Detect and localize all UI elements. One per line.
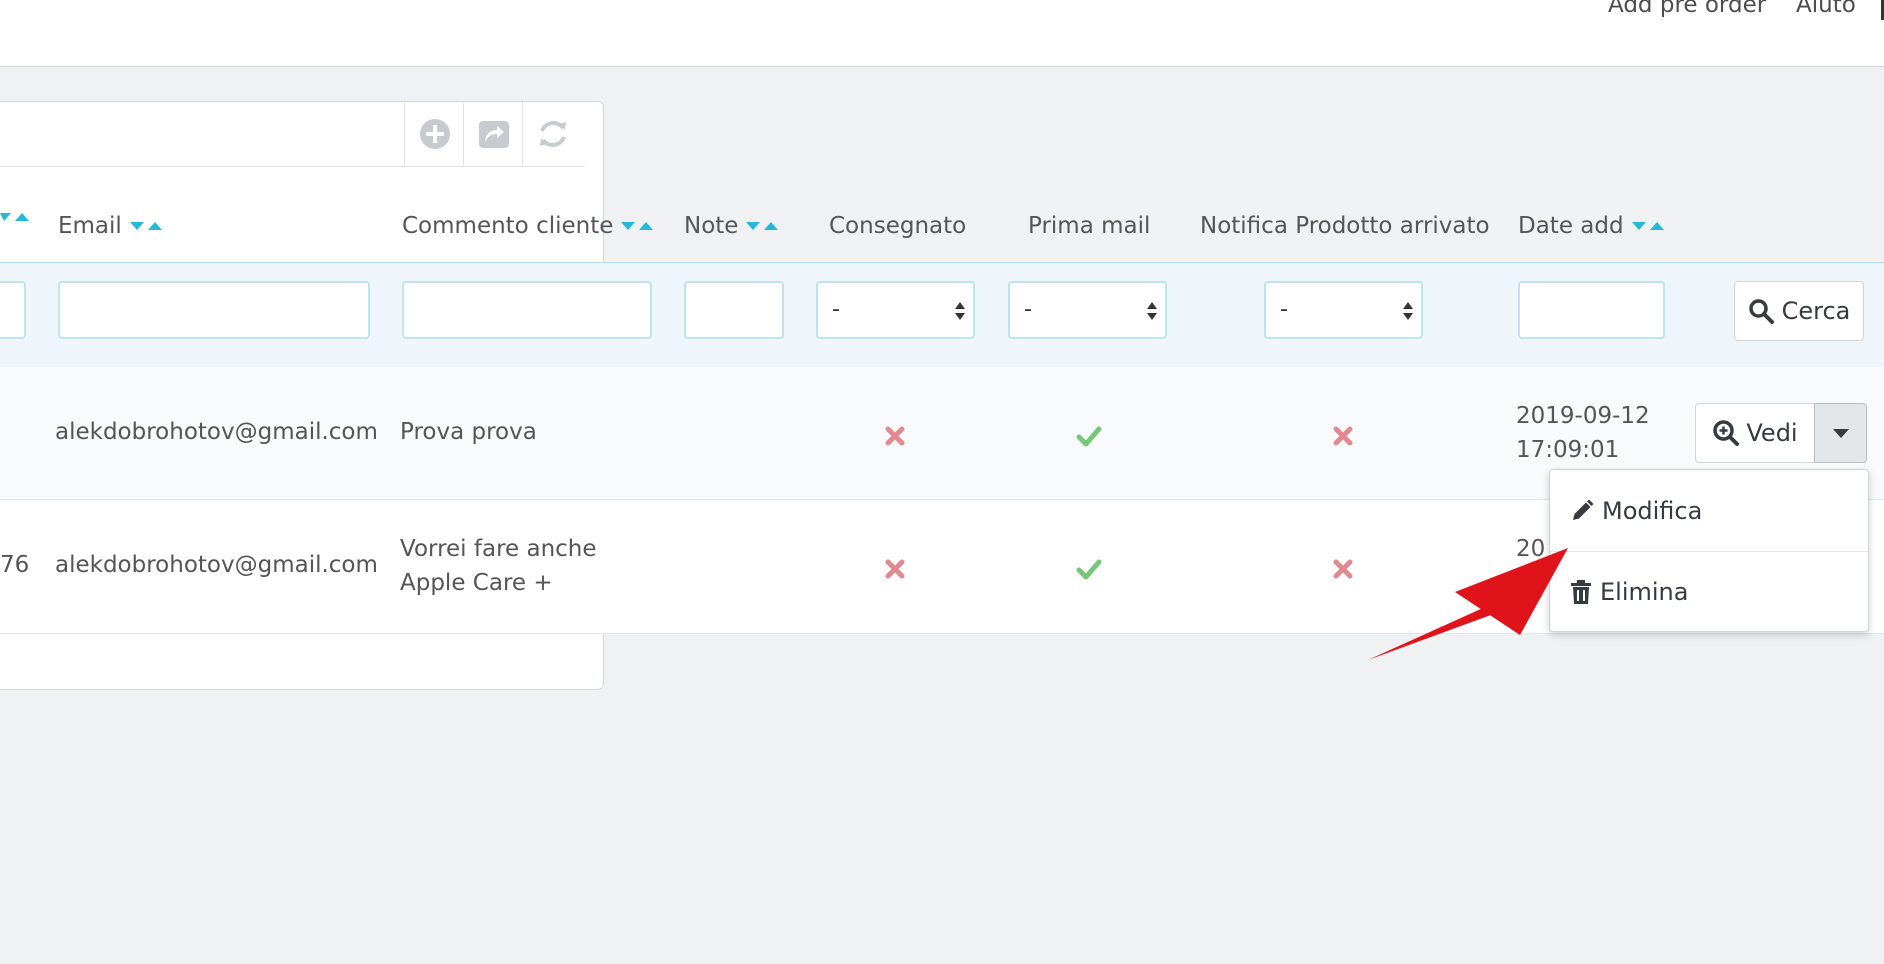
column-date-add[interactable]: Date add bbox=[1518, 213, 1664, 239]
column-prima-mail: Prima mail bbox=[1028, 213, 1151, 239]
filter-note-input[interactable] bbox=[684, 281, 784, 339]
row-actions-toggle[interactable] bbox=[1814, 403, 1867, 463]
export-icon bbox=[478, 121, 509, 148]
cross-icon bbox=[885, 559, 905, 579]
row-commento-line2: Apple Care + bbox=[400, 570, 553, 596]
column-email[interactable]: Email bbox=[58, 213, 162, 239]
cross-icon bbox=[1333, 559, 1353, 579]
row-commento: Vorrei fare anche bbox=[400, 536, 597, 562]
select-arrows-icon bbox=[955, 302, 965, 320]
panel-toolbar bbox=[0, 102, 585, 167]
search-button[interactable]: Cerca bbox=[1734, 281, 1864, 341]
filter-row: - - - Cerca bbox=[0, 262, 1884, 368]
row-date: 2019-09-12 bbox=[1516, 403, 1650, 429]
filter-notifica-select[interactable]: - bbox=[1264, 281, 1423, 339]
refresh-button[interactable] bbox=[522, 102, 582, 166]
add-new-button[interactable] bbox=[404, 102, 464, 166]
cross-icon bbox=[1333, 426, 1353, 446]
column-note[interactable]: Note bbox=[684, 213, 779, 239]
help-link[interactable]: Aiuto bbox=[1796, 0, 1856, 18]
row-actions-dropdown: Modifica Elimina bbox=[1549, 469, 1869, 632]
zoom-in-icon bbox=[1713, 420, 1740, 446]
row-email: alekdobrohotov@gmail.com bbox=[55, 419, 378, 445]
row-id-partial: 76 bbox=[0, 552, 30, 578]
row-time: 17:09:01 bbox=[1516, 437, 1620, 463]
filter-consegnato-select[interactable]: - bbox=[816, 281, 975, 339]
row-commento: Prova prova bbox=[400, 419, 537, 445]
sort-arrows[interactable] bbox=[1631, 222, 1664, 230]
caret-down-icon bbox=[1832, 429, 1849, 438]
search-icon bbox=[1748, 299, 1774, 324]
refresh-icon bbox=[539, 121, 566, 147]
row-email: alekdobrohotov@gmail.com bbox=[55, 552, 378, 578]
select-arrows-icon bbox=[1403, 302, 1413, 320]
sort-arrows[interactable] bbox=[129, 222, 162, 230]
column-sort-partial[interactable] bbox=[0, 213, 29, 221]
top-header: Add pre order Aiuto bbox=[0, 0, 1884, 67]
add-pre-order-link[interactable]: Add pre order bbox=[1608, 0, 1766, 18]
filter-input-partial[interactable] bbox=[0, 281, 26, 339]
table-header-row: Email Commento cliente Note Consegnato P… bbox=[0, 196, 1884, 262]
column-commento-cliente[interactable]: Commento cliente bbox=[402, 213, 654, 239]
delete-menu-item[interactable]: Elimina bbox=[1550, 553, 1868, 631]
annotation-arrow-icon bbox=[1368, 548, 1568, 660]
pencil-icon bbox=[1573, 499, 1594, 520]
sort-arrows[interactable] bbox=[621, 222, 654, 230]
filter-date-input[interactable] bbox=[1518, 281, 1665, 339]
cross-icon bbox=[885, 426, 905, 446]
view-button[interactable]: Vedi bbox=[1695, 403, 1815, 463]
select-arrows-icon bbox=[1147, 302, 1157, 320]
column-notifica: Notifica Prodotto arrivato bbox=[1200, 213, 1490, 239]
check-icon bbox=[1076, 426, 1102, 447]
check-icon bbox=[1076, 559, 1102, 580]
sort-arrows[interactable] bbox=[746, 222, 779, 230]
filter-commento-input[interactable] bbox=[402, 281, 652, 339]
edit-menu-item[interactable]: Modifica bbox=[1550, 472, 1868, 550]
filter-email-input[interactable] bbox=[58, 281, 370, 339]
column-consegnato: Consegnato bbox=[829, 213, 967, 239]
row-actions: Vedi bbox=[1695, 403, 1867, 463]
filter-prima-mail-select[interactable]: - bbox=[1008, 281, 1167, 339]
export-button[interactable] bbox=[463, 102, 523, 166]
add-circle-icon bbox=[419, 119, 450, 149]
menu-divider bbox=[1550, 551, 1868, 552]
